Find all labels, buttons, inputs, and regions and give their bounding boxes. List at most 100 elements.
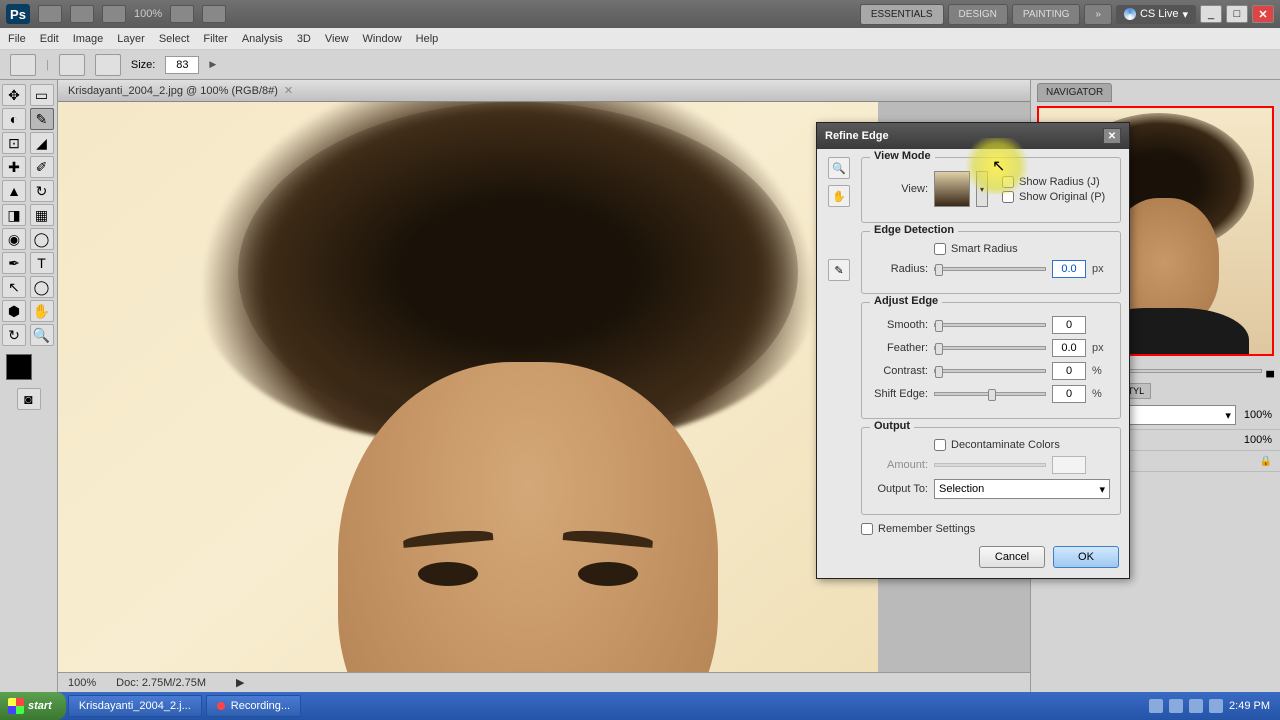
smart-radius-checkbox[interactable] (934, 243, 946, 255)
smooth-input[interactable] (1052, 316, 1086, 334)
document-tab[interactable]: Krisdayanti_2004_2.jpg @ 100% (RGB/8#) ✕ (58, 80, 1030, 102)
menu-analysis[interactable]: Analysis (242, 33, 283, 45)
decontaminate-checkbox[interactable] (934, 439, 946, 451)
hand-tool[interactable]: ✋ (30, 300, 54, 322)
color-swatch[interactable] (2, 354, 55, 380)
smooth-slider[interactable] (934, 323, 1046, 327)
menu-image[interactable]: Image (73, 33, 104, 45)
opacity-value[interactable]: 100% (1244, 409, 1272, 421)
zoom-tool[interactable]: 🔍 (30, 324, 54, 346)
workspace-essentials[interactable]: ESSENTIALS (860, 4, 944, 25)
workspace-design[interactable]: DESIGN (948, 4, 1008, 25)
stamp-tool[interactable]: ▲ (2, 180, 26, 202)
eyedropper-tool[interactable]: ◢ (30, 132, 54, 154)
menu-edit[interactable]: Edit (40, 33, 59, 45)
start-button[interactable]: start (0, 692, 66, 720)
dialog-close-button[interactable]: ✕ (1103, 128, 1121, 144)
menu-select[interactable]: Select (159, 33, 190, 45)
brush-icon[interactable] (59, 54, 85, 76)
tray-icon[interactable] (1149, 699, 1163, 713)
feather-input[interactable] (1052, 339, 1086, 357)
view-dropdown-icon[interactable]: ▾ (976, 171, 988, 207)
menu-help[interactable]: Help (416, 33, 439, 45)
output-to-select[interactable]: Selection▾ (934, 479, 1110, 499)
navigator-tab[interactable]: NAVIGATOR (1037, 83, 1112, 102)
screen-mode-icon[interactable] (170, 5, 194, 23)
quick-select-tool[interactable]: ✎ (30, 108, 54, 130)
tray-icon[interactable] (1169, 699, 1183, 713)
edge-detection-legend: Edge Detection (870, 224, 958, 236)
ok-button[interactable]: OK (1053, 546, 1119, 568)
taskbar-item-photoshop[interactable]: Krisdayanti_2004_2.j... (68, 695, 202, 717)
zoom-display[interactable]: 100% (134, 8, 162, 20)
zoom-in-icon[interactable]: ▄ (1266, 365, 1274, 377)
minimize-button[interactable]: _ (1200, 5, 1222, 23)
cslive-button[interactable]: CS Live▾ (1116, 5, 1196, 24)
cancel-button[interactable]: Cancel (979, 546, 1045, 568)
size-stepper-icon[interactable]: ▶ (209, 59, 216, 70)
brush-tool[interactable]: ✐ (30, 156, 54, 178)
close-button[interactable]: ✕ (1252, 5, 1274, 23)
pen-tool[interactable]: ✒ (2, 252, 26, 274)
layer-lock-icon: 🔒 (1260, 456, 1272, 467)
lasso-tool[interactable]: ◐ (2, 108, 26, 130)
crop-tool[interactable]: ⊡ (2, 132, 26, 154)
menu-filter[interactable]: Filter (203, 33, 227, 45)
heal-tool[interactable]: ✚ (2, 156, 26, 178)
history-brush-tool[interactable]: ↻ (30, 180, 54, 202)
rotate-tool[interactable]: ↻ (2, 324, 26, 346)
tray-icon[interactable] (1209, 699, 1223, 713)
path-tool[interactable]: ↖ (2, 276, 26, 298)
blur-tool[interactable]: ◉ (2, 228, 26, 250)
eraser-tool[interactable]: ◨ (2, 204, 26, 226)
view-thumbnail[interactable] (934, 171, 970, 207)
status-zoom[interactable]: 100% (68, 677, 96, 689)
radius-input[interactable] (1052, 260, 1086, 278)
tool-preset-icon[interactable] (10, 54, 36, 76)
contrast-label: Contrast: (872, 365, 928, 377)
menu-3d[interactable]: 3D (297, 33, 311, 45)
remember-settings-checkbox[interactable] (861, 523, 873, 535)
gradient-tool[interactable]: ▦ (30, 204, 54, 226)
show-original-checkbox[interactable] (1002, 191, 1014, 203)
hand-tool-icon[interactable]: ✋ (828, 185, 850, 207)
menu-file[interactable]: File (8, 33, 26, 45)
close-tab-icon[interactable]: ✕ (284, 84, 293, 97)
shift-edge-input[interactable] (1052, 385, 1086, 403)
view-extras-icon[interactable] (202, 5, 226, 23)
refine-brush-icon[interactable]: ✎ (828, 259, 850, 281)
canvas[interactable] (58, 102, 878, 672)
brush-alt-icon[interactable] (95, 54, 121, 76)
quickmask-tool[interactable]: ◙ (17, 388, 41, 410)
contrast-input[interactable] (1052, 362, 1086, 380)
fill-value[interactable]: 100% (1244, 434, 1272, 446)
contrast-slider[interactable] (934, 369, 1046, 373)
marquee-tool[interactable]: ▭ (30, 84, 54, 106)
size-input[interactable] (165, 56, 199, 74)
minibridge-icon[interactable] (70, 5, 94, 23)
status-doc-info[interactable]: Doc: 2.75M/2.75M (116, 677, 206, 689)
dodge-tool[interactable]: ◯ (30, 228, 54, 250)
zoom-tool-icon[interactable]: 🔍 (828, 157, 850, 179)
maximize-button[interactable]: □ (1226, 5, 1248, 23)
bridge-icon[interactable] (38, 5, 62, 23)
radius-slider[interactable] (934, 267, 1046, 271)
clock[interactable]: 2:49 PM (1229, 700, 1270, 712)
arrange-icon[interactable] (102, 5, 126, 23)
menu-window[interactable]: Window (363, 33, 402, 45)
taskbar-item-recording[interactable]: Recording... (206, 695, 301, 717)
3d-tool[interactable]: ⬢ (2, 300, 26, 322)
tray-icon[interactable] (1189, 699, 1203, 713)
type-tool[interactable]: T (30, 252, 54, 274)
show-radius-checkbox[interactable] (1002, 176, 1014, 188)
menu-layer[interactable]: Layer (117, 33, 145, 45)
move-tool[interactable]: ✥ (2, 84, 26, 106)
status-arrow-icon[interactable]: ▶ (236, 676, 244, 689)
menu-view[interactable]: View (325, 33, 349, 45)
workspace-painting[interactable]: PAINTING (1012, 4, 1080, 25)
feather-slider[interactable] (934, 346, 1046, 350)
workspace-more[interactable]: » (1084, 4, 1112, 25)
shape-tool[interactable]: ◯ (30, 276, 54, 298)
dialog-title-bar[interactable]: Refine Edge ✕ (817, 123, 1129, 149)
shift-edge-slider[interactable] (934, 392, 1046, 396)
